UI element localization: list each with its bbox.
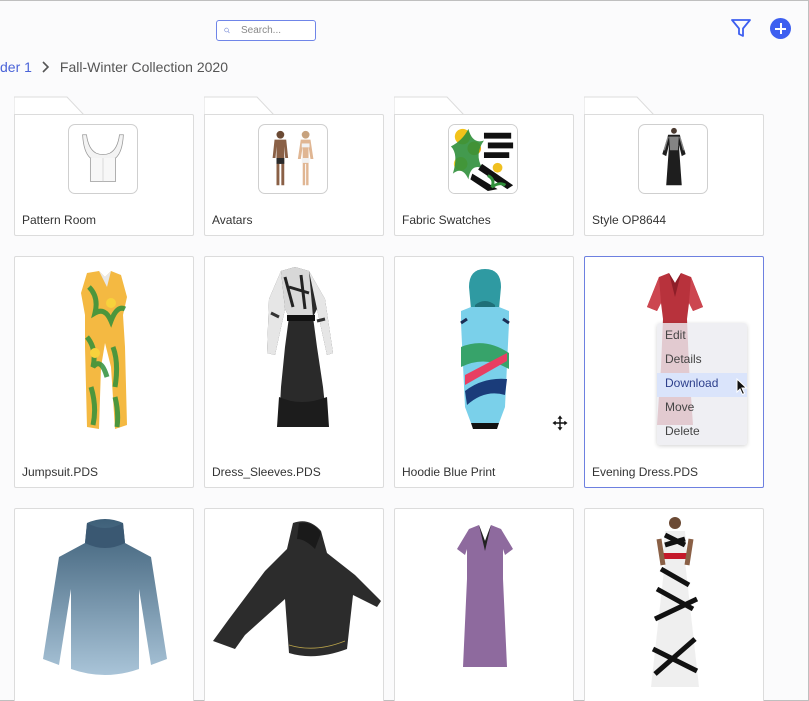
folder-name: Fabric Swatches (402, 213, 491, 227)
chevron-right-icon (42, 61, 50, 73)
menu-item-move[interactable]: Move (657, 397, 747, 421)
folder-thumbnail (258, 124, 328, 194)
file-name: Dress_Sleeves.PDS (212, 465, 321, 479)
context-menu: Edit Details Download Move Delete (657, 323, 747, 445)
add-button[interactable] (770, 18, 791, 39)
folder-thumbnail (68, 124, 138, 194)
folder-card-pattern-room[interactable]: Pattern Room (14, 114, 194, 236)
jumpsuit-thumbnail (81, 271, 127, 429)
folder-card-avatars[interactable]: Avatars (204, 114, 384, 236)
fabric-swatch-image (449, 125, 517, 193)
menu-item-download[interactable]: Download (657, 373, 747, 397)
folder-name: Pattern Room (22, 213, 97, 227)
file-card-black-hoodie[interactable] (204, 508, 384, 701)
file-card-dress-sleeves[interactable]: Dress_Sleeves.PDS (204, 256, 384, 488)
breadcrumb-parent[interactable]: der 1 (0, 59, 32, 75)
folder-name: Avatars (212, 213, 253, 227)
folder-thumbnail (448, 124, 518, 194)
folder-card-fabric-swatches[interactable]: Fabric Swatches (394, 114, 574, 236)
breadcrumb: der 1 Fall-Winter Collection 2020 (0, 58, 228, 76)
file-name: Hoodie Blue Print (402, 465, 496, 479)
style-dress-image (662, 127, 686, 186)
black-hoodie-thumbnail (213, 521, 381, 657)
menu-item-details[interactable]: Details (657, 349, 747, 373)
file-card-sweater[interactable] (14, 508, 194, 701)
folder-name: Style OP8644 (592, 213, 667, 227)
menu-item-edit[interactable]: Edit (657, 325, 747, 349)
pattern-image (82, 134, 124, 182)
menu-item-delete[interactable]: Delete (657, 421, 747, 445)
folder-thumbnail (638, 124, 708, 194)
search-box[interactable] (216, 20, 316, 41)
dress-sleeves-thumbnail (267, 267, 333, 427)
hoodie-dress-thumbnail (460, 269, 510, 429)
breadcrumb-current: Fall-Winter Collection 2020 (59, 59, 228, 75)
file-card-jumpsuit[interactable]: Jumpsuit.PDS (14, 256, 194, 488)
file-card-hoodie-blue-print[interactable]: Hoodie Blue Print (394, 256, 574, 488)
search-icon (224, 27, 230, 34)
search-input[interactable] (241, 25, 315, 36)
file-card-printed-dress[interactable] (584, 508, 764, 701)
sweater-thumbnail (43, 519, 167, 675)
mouse-pointer-icon (736, 378, 748, 396)
filter-icon[interactable] (730, 17, 752, 39)
file-name: Evening Dress.PDS (592, 465, 699, 479)
avatars-image (272, 130, 314, 186)
file-name: Jumpsuit.PDS (22, 465, 99, 479)
file-card-purple-dress[interactable] (394, 508, 574, 701)
folder-card-style-op8644[interactable]: Style OP8644 (584, 114, 764, 236)
purple-dress-thumbnail (457, 525, 513, 667)
move-cursor-icon (551, 414, 569, 432)
printed-dress-thumbnail (651, 517, 699, 687)
